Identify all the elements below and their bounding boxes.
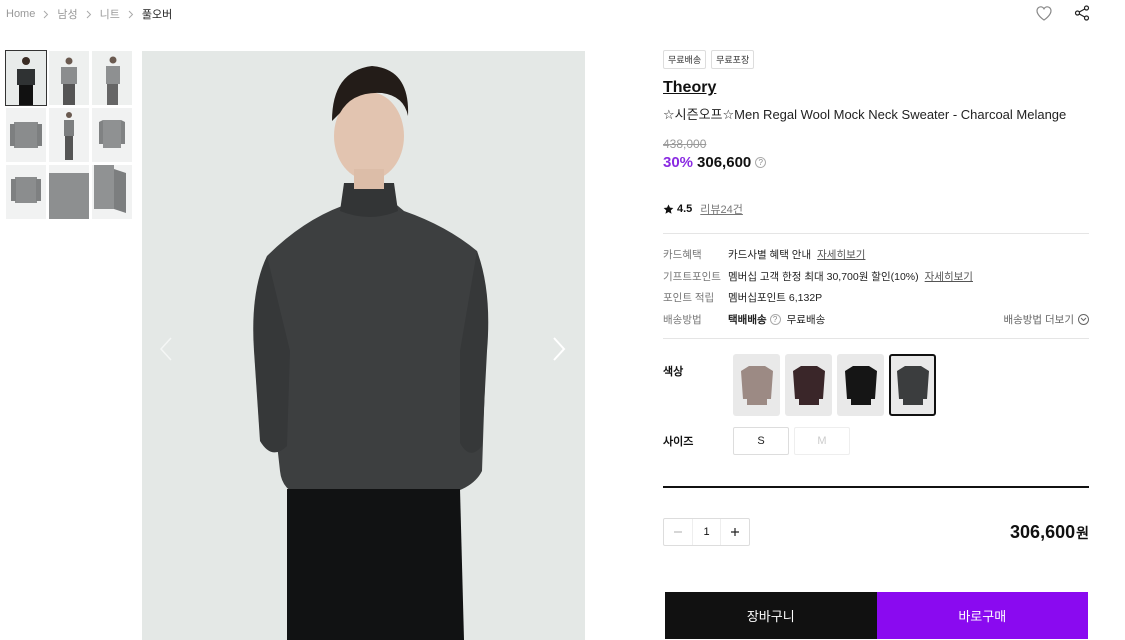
- prev-image-button[interactable]: [154, 331, 178, 367]
- decrease-quantity-button[interactable]: [664, 519, 692, 545]
- size-option-row: 사이즈 S M: [663, 427, 1089, 455]
- divider: [663, 338, 1089, 339]
- size-s-button[interactable]: S: [733, 427, 789, 455]
- color-swatch-taupe[interactable]: [733, 354, 780, 416]
- color-swatch-burgundy[interactable]: [785, 354, 832, 416]
- card-benefit-row: 카드혜택 카드사별 혜택 안내 자세히보기: [663, 244, 1089, 266]
- shipping-more-button[interactable]: 배송방법 더보기: [1003, 312, 1089, 327]
- currency-unit: 원: [1076, 524, 1089, 541]
- add-to-cart-button[interactable]: 장바구니: [665, 592, 877, 639]
- main-product-image: [142, 51, 585, 640]
- shipping-more-label: 배송방법 더보기: [1003, 313, 1074, 326]
- gift-point-label: 기프트포인트: [663, 270, 721, 283]
- breadcrumb-knit[interactable]: 니트: [100, 6, 120, 22]
- color-swatch-black[interactable]: [837, 354, 884, 416]
- shipping-fee: 무료배송: [786, 313, 826, 326]
- price-info-icon[interactable]: ?: [755, 157, 767, 168]
- benefit-list: 카드혜택 카드사별 혜택 안내 자세히보기 기프트포인트 멤버십 고객 한정 최…: [663, 234, 1089, 330]
- free-wrapping-badge: 무료포장: [711, 50, 755, 69]
- thumbnail-4[interactable]: [6, 108, 46, 162]
- card-benefit-value: 카드사별 혜택 안내: [728, 249, 812, 262]
- quantity-row: 1 306,600 원: [663, 518, 1089, 546]
- rating-value: 4.5: [677, 203, 693, 215]
- chevron-right-icon: [86, 10, 92, 19]
- thumbnail-8[interactable]: [49, 165, 89, 219]
- increase-quantity-button[interactable]: [721, 519, 749, 545]
- shipping-row: 배송방법 택배배송 ? 무료배송 배송방법 더보기: [663, 309, 1089, 331]
- quantity-stepper: 1: [663, 518, 750, 546]
- buy-now-button[interactable]: 바로구매: [876, 592, 1088, 639]
- color-option-label: 색상: [663, 366, 684, 378]
- thumbnail-3[interactable]: [92, 51, 132, 105]
- breadcrumb-men[interactable]: 남성: [57, 6, 77, 22]
- thumbnail-7[interactable]: [6, 165, 46, 219]
- product-title: ☆시즌오프☆Men Regal Wool Mock Neck Sweater -…: [663, 107, 1067, 122]
- thumbnail-2[interactable]: [49, 51, 89, 105]
- chevron-right-icon: [128, 10, 134, 19]
- card-benefit-detail-link[interactable]: 자세히보기: [817, 247, 865, 262]
- chevron-down-icon: [1078, 313, 1089, 325]
- thumbnail-grid: [5, 50, 132, 219]
- review-count-link[interactable]: 리뷰24건: [700, 201, 743, 217]
- breadcrumb-pullover[interactable]: 풀오버: [142, 6, 172, 22]
- price-row: 30% 306,600 ?: [663, 154, 1089, 171]
- sale-price: 306,600: [697, 154, 752, 171]
- chevron-right-icon: [43, 10, 49, 19]
- model-photo: [142, 51, 585, 640]
- shipping-help-icon[interactable]: ?: [769, 313, 781, 325]
- divider: [663, 486, 1089, 488]
- quantity-value[interactable]: 1: [692, 519, 721, 545]
- star-icon: [663, 204, 674, 215]
- share-icon[interactable]: [1073, 4, 1091, 22]
- free-shipping-badge: 무료배송: [663, 50, 707, 69]
- total-price-value: 306,600: [1010, 521, 1076, 542]
- breadcrumb: Home 남성 니트 풀오버: [6, 6, 172, 22]
- shipping-method: 택배배송: [728, 313, 767, 326]
- product-info: 무료배송 무료포장 Theory ☆시즌오프☆Men Regal Wool Mo…: [663, 50, 1089, 546]
- point-value: 멤버십포인트 6,132P: [728, 292, 823, 305]
- heart-icon[interactable]: [1035, 4, 1053, 22]
- thumbnail-6[interactable]: [92, 108, 132, 162]
- sweater-icon: [844, 366, 877, 405]
- top-actions: [1035, 4, 1091, 22]
- gift-point-value: 멤버십 고객 한정 최대 30,700원 할인(10%): [728, 270, 919, 283]
- sweater-icon: [740, 366, 773, 405]
- original-price: 438,000: [663, 137, 707, 151]
- color-option-row: 색상: [663, 354, 1089, 416]
- total-price: 306,600 원: [1010, 522, 1089, 543]
- color-swatch-charcoal[interactable]: [889, 354, 936, 416]
- minus-icon: [674, 531, 682, 533]
- next-image-button[interactable]: [547, 331, 571, 367]
- card-benefit-label: 카드혜택: [663, 249, 702, 262]
- thumbnail-5[interactable]: [49, 108, 89, 162]
- discount-rate: 30%: [663, 154, 694, 171]
- breadcrumb-home[interactable]: Home: [6, 8, 35, 20]
- purchase-buttons: 장바구니 바로구매: [665, 592, 1088, 639]
- gift-point-row: 기프트포인트 멤버십 고객 한정 최대 30,700원 할인(10%) 자세히보…: [663, 266, 1089, 288]
- gift-point-detail-link[interactable]: 자세히보기: [925, 269, 973, 284]
- thumbnail-9[interactable]: [92, 165, 132, 219]
- point-row: 포인트 적립 멤버십포인트 6,132P: [663, 287, 1089, 309]
- size-option-label: 사이즈: [663, 436, 694, 448]
- sweater-icon: [792, 366, 825, 405]
- size-m-button[interactable]: M: [794, 427, 850, 455]
- brand-link[interactable]: Theory: [663, 79, 716, 97]
- point-label: 포인트 적립: [663, 292, 715, 305]
- size-list: S M: [733, 427, 850, 455]
- plus-icon: [731, 528, 739, 536]
- rating-row: 4.5 리뷰24건: [663, 201, 1089, 217]
- badge-list: 무료배송 무료포장: [663, 50, 1089, 69]
- thumbnail-1[interactable]: [5, 50, 47, 106]
- sweater-icon: [896, 366, 929, 405]
- shipping-label: 배송방법: [663, 313, 702, 326]
- color-swatch-list: [733, 354, 936, 416]
